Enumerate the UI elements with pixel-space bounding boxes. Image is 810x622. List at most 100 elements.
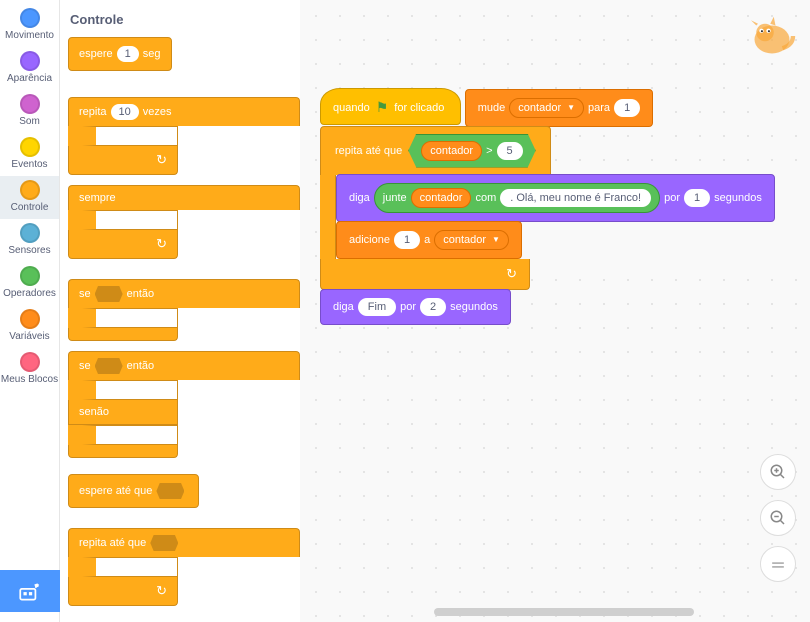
block-when-flag-clicked[interactable]: quando ⚑ for clicado	[320, 88, 461, 125]
block-input[interactable]: 10	[111, 104, 139, 120]
variable-reporter[interactable]: contador	[411, 188, 472, 208]
zoom-reset-icon: ＝	[770, 552, 786, 576]
block-label: sempre	[79, 192, 116, 204]
category-eventos[interactable]: Eventos	[0, 133, 59, 176]
category-label: Controle	[11, 202, 49, 213]
category-som[interactable]: Som	[0, 90, 59, 133]
operator-label: >	[486, 145, 492, 157]
variable-reporter[interactable]: contador	[421, 141, 482, 161]
category-movimento[interactable]: Movimento	[0, 4, 59, 47]
block-input[interactable]: Fim	[358, 298, 396, 316]
block-label: repita até que	[79, 537, 146, 549]
block-wait[interactable]: espere 1 seg	[68, 37, 172, 71]
variable-name: contador	[518, 102, 561, 114]
block-input[interactable]: . Olá, meu nome é Franco!	[500, 189, 651, 207]
category-label: Sensores	[8, 245, 50, 256]
block-label: se	[79, 288, 91, 300]
workspace[interactable]: ＝ quando ⚑ for clicado mude contador ▼ pa…	[300, 0, 810, 622]
block-if-else[interactable]: se então senão	[68, 351, 300, 458]
category-meusblocos[interactable]: Meus Blocos	[0, 348, 59, 391]
zoom-out-button[interactable]	[760, 500, 796, 536]
variable-dropdown[interactable]: contador ▼	[434, 230, 509, 250]
block-set-variable[interactable]: mude contador ▼ para 1	[465, 89, 653, 127]
category-label: Aparência	[7, 73, 52, 84]
variable-name: contador	[420, 192, 463, 204]
block-input[interactable]: 1	[394, 231, 420, 249]
zoom-in-button[interactable]	[760, 454, 796, 490]
extensions-button[interactable]	[0, 570, 60, 612]
block-say-for-secs[interactable]: diga junte contador com . Olá, meu nome …	[336, 174, 775, 222]
block-label: então	[127, 288, 155, 300]
block-label: espere até que	[79, 485, 152, 497]
block-if[interactable]: se então	[68, 279, 300, 341]
sprite-watermark	[744, 8, 800, 64]
block-say-for-secs[interactable]: diga Fim por 2 segundos	[320, 289, 511, 325]
block-input[interactable]: 1	[614, 99, 640, 117]
category-aparencia[interactable]: Aparência	[0, 47, 59, 90]
block-label: seg	[143, 48, 161, 60]
category-sensores[interactable]: Sensores	[0, 219, 59, 262]
block-label: se	[79, 360, 91, 372]
loop-arrow-icon: ↻	[156, 152, 167, 168]
block-repeat-until-script[interactable]: repita até que contador > 5 diga junte c	[320, 126, 810, 290]
block-bool-slot[interactable]	[156, 483, 184, 499]
block-label: para	[588, 102, 610, 114]
block-bool-slot[interactable]	[95, 358, 123, 374]
block-label: repita	[79, 106, 107, 118]
category-sidebar: Movimento Aparência Som Eventos Controle…	[0, 0, 60, 622]
horizontal-scrollbar[interactable]	[434, 608, 694, 616]
block-label: senão	[79, 406, 109, 418]
category-controle[interactable]: Controle	[0, 176, 59, 219]
category-operadores[interactable]: Operadores	[0, 262, 59, 305]
block-bool-slot[interactable]	[95, 286, 123, 302]
block-input[interactable]: 5	[497, 142, 523, 160]
operator-join[interactable]: junte contador com . Olá, meu nome é Fra…	[374, 183, 660, 213]
block-input[interactable]: 2	[420, 298, 446, 316]
category-label: Eventos	[11, 159, 47, 170]
dropdown-icon: ▼	[492, 235, 500, 244]
category-variaveis[interactable]: Variáveis	[0, 305, 59, 348]
block-label: a	[424, 234, 430, 246]
block-forever[interactable]: sempre ↻	[68, 185, 300, 259]
block-label: segundos	[714, 192, 762, 204]
block-label: repita até que	[335, 145, 402, 157]
block-label: adicione	[349, 234, 390, 246]
extensions-icon	[17, 578, 43, 604]
script-stack[interactable]: quando ⚑ for clicado mude contador ▼ para…	[320, 88, 810, 325]
loop-arrow-icon: ↻	[506, 266, 517, 282]
variable-name: contador	[443, 234, 486, 246]
block-label: quando	[333, 102, 370, 114]
category-label: Meus Blocos	[1, 374, 58, 385]
block-label: junte	[383, 192, 407, 204]
block-label: vezes	[143, 106, 172, 118]
block-label: então	[127, 360, 155, 372]
zoom-controls: ＝	[760, 454, 796, 582]
block-label: for clicado	[394, 102, 444, 114]
zoom-out-icon	[769, 509, 787, 527]
block-wait-until[interactable]: espere até que	[68, 474, 199, 508]
block-label: por	[664, 192, 680, 204]
block-palette: Controle espere 1 seg repita 10 vezes ↻ …	[60, 0, 300, 622]
dropdown-icon: ▼	[567, 103, 575, 112]
block-repeat[interactable]: repita 10 vezes ↻	[68, 97, 300, 175]
block-change-variable[interactable]: adicione 1 a contador ▼	[336, 221, 522, 259]
block-bool-slot[interactable]	[150, 535, 178, 551]
category-label: Operadores	[3, 288, 56, 299]
loop-arrow-icon: ↻	[156, 583, 167, 599]
block-label: espere	[79, 48, 113, 60]
block-label: diga	[333, 301, 354, 313]
block-label: segundos	[450, 301, 498, 313]
block-input[interactable]: 1	[117, 46, 139, 62]
palette-title: Controle	[70, 12, 300, 27]
block-repeat-until[interactable]: repita até que ↻	[68, 528, 300, 606]
block-label: com	[475, 192, 496, 204]
category-label: Movimento	[5, 30, 54, 41]
loop-arrow-icon: ↻	[156, 236, 167, 252]
variable-dropdown[interactable]: contador ▼	[509, 98, 584, 118]
block-label: mude	[478, 102, 506, 114]
green-flag-icon: ⚑	[376, 99, 389, 116]
operator-greater-than[interactable]: contador > 5	[408, 134, 535, 168]
zoom-in-icon	[769, 463, 787, 481]
block-input[interactable]: 1	[684, 189, 710, 207]
zoom-reset-button[interactable]: ＝	[760, 546, 796, 582]
